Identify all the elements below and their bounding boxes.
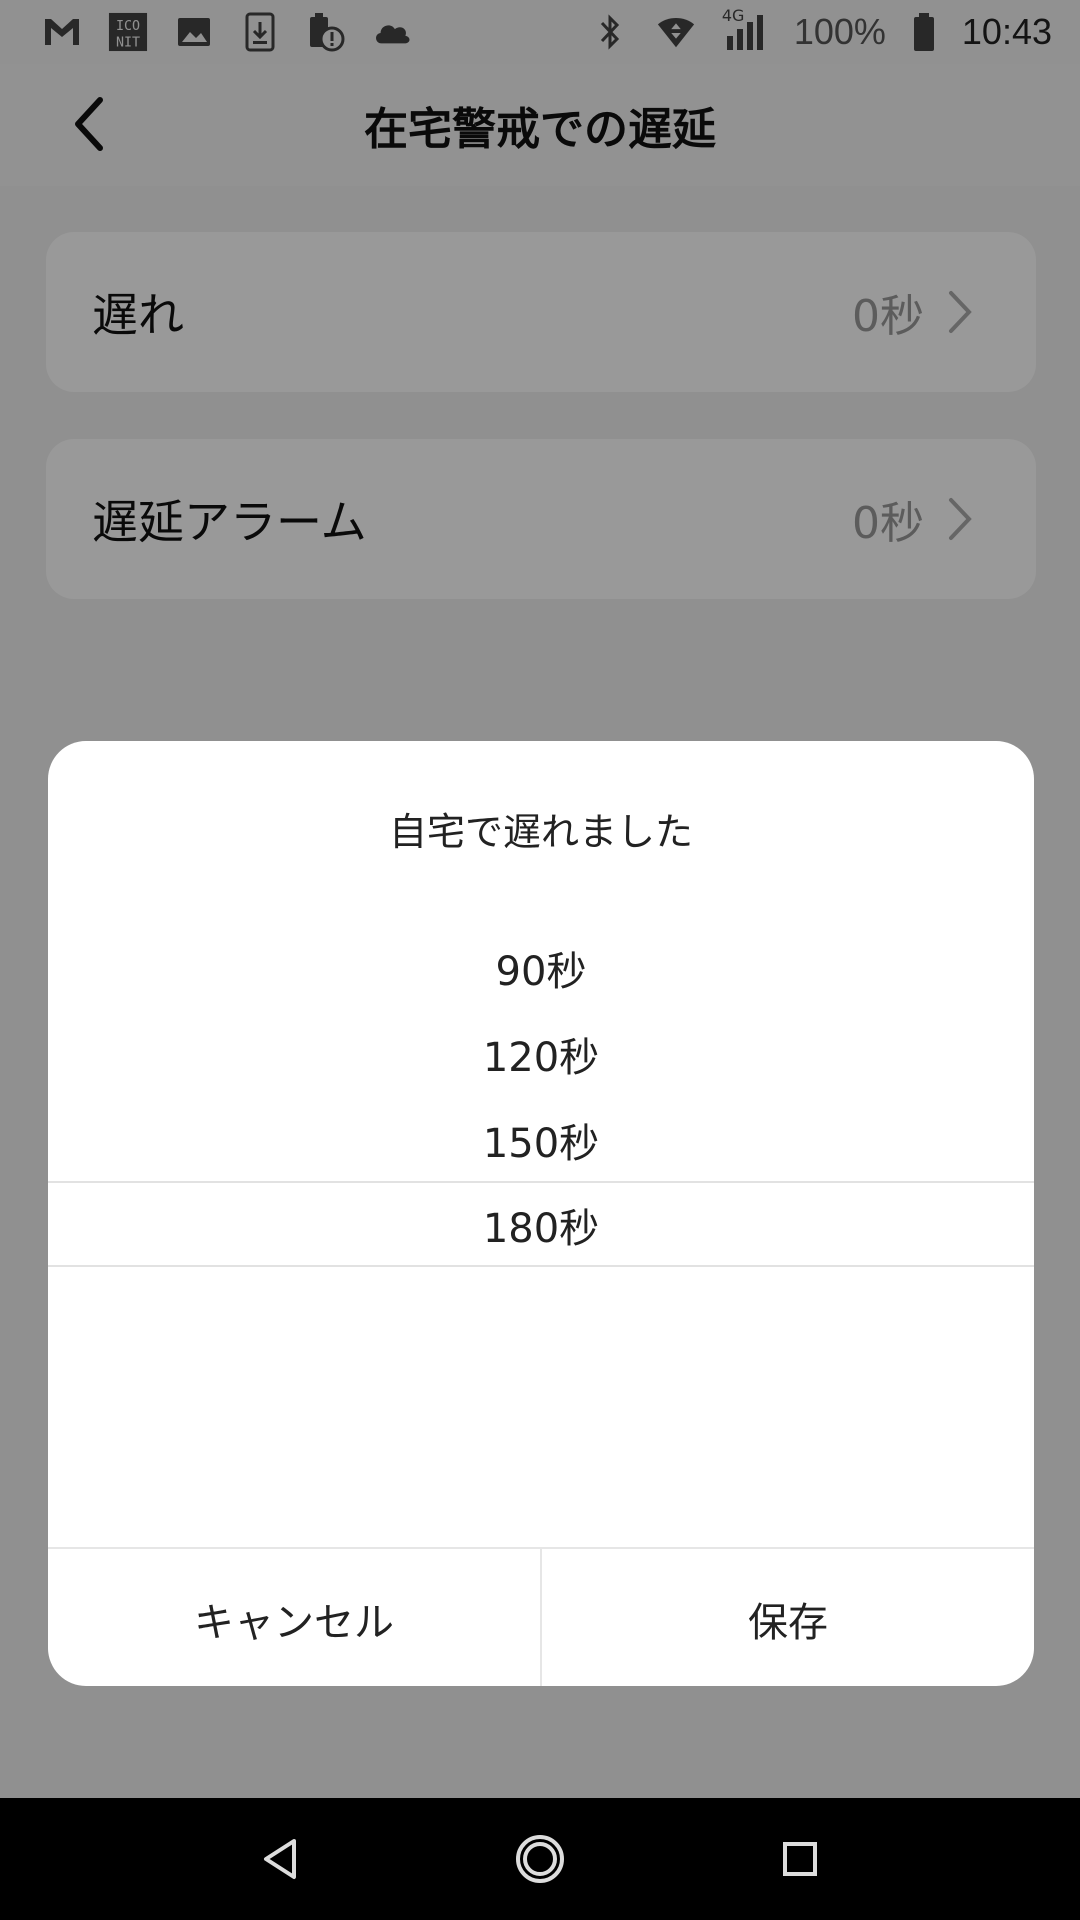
dialog-buttons: キャンセル 保存 [48, 1547, 1034, 1686]
cancel-button[interactable]: キャンセル [48, 1549, 542, 1686]
picker-option-selected[interactable]: 180秒 [48, 1182, 1034, 1268]
delay-picker-dialog: 自宅で遅れました 90秒 120秒 150秒 180秒 キャンセル 保存 [48, 741, 1034, 1686]
back-triangle-icon[interactable] [245, 1824, 315, 1894]
picker-option[interactable]: 90秒 [48, 925, 1034, 1011]
picker-option[interactable]: 120秒 [48, 1011, 1034, 1097]
system-nav-bar [0, 1798, 1080, 1920]
recents-square-icon[interactable] [765, 1824, 835, 1894]
time-picker[interactable]: 90秒 120秒 150秒 180秒 [48, 922, 1034, 1290]
save-button[interactable]: 保存 [542, 1549, 1034, 1686]
dialog-title: 自宅で遅れました [388, 810, 693, 854]
picker-option[interactable]: 150秒 [48, 1097, 1034, 1183]
home-circle-icon[interactable] [505, 1824, 575, 1894]
